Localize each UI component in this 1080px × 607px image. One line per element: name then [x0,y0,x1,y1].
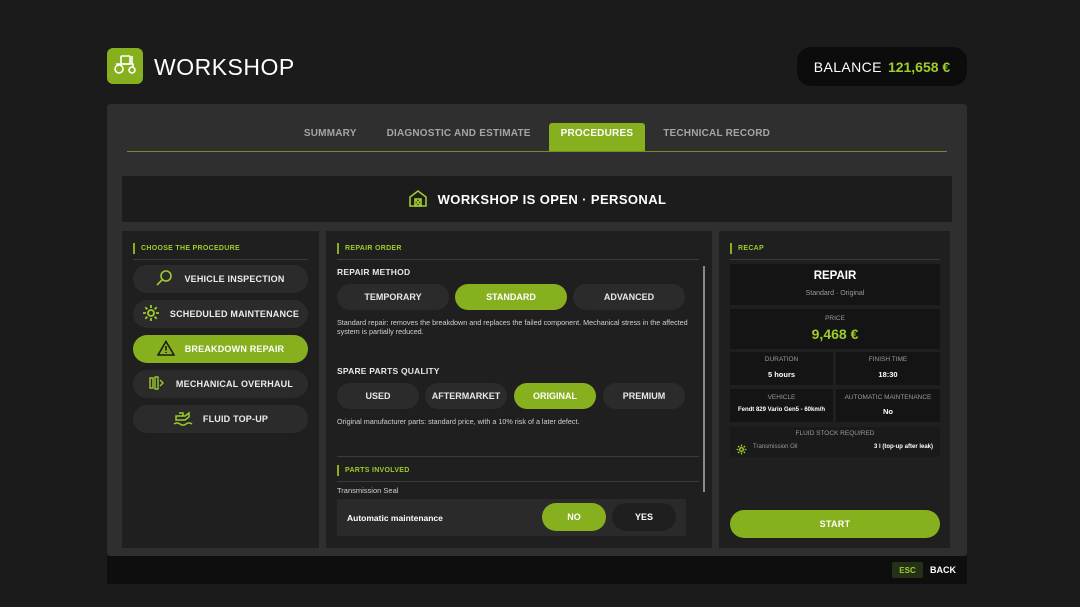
divider [730,259,940,260]
parts-involved-title: PARTS INVOLVED [337,465,410,476]
gear-icon [142,304,160,324]
automatic-maintenance-card: AUTOMATIC MAINTENANCE No [836,389,940,422]
balance-value: 121,658 € [887,58,951,75]
repair-method-description: Standard repair: removes the breakdown a… [337,318,688,336]
workshop-status-text: WORKSHOP IS OPEN · PERSONAL [437,191,667,207]
procedure-label: BREAKDOWN REPAIR [184,344,285,354]
repair-method-label: REPAIR METHOD [337,267,411,277]
method-advanced-button[interactable]: ADVANCED [573,284,685,310]
finish-time-label: FINISH TIME [868,356,908,363]
divider [337,259,699,260]
auto-maintenance-yes-button[interactable]: YES [612,503,676,531]
fluid-name: Transmission Oil [753,444,798,450]
tab-procedures[interactable]: PROCEDURES [548,123,646,151]
fluid-stock-card: FLUID STOCK REQUIRED Transmission Oil 3 … [730,427,940,457]
fluid-amount: 3 l (top-up after leak) [873,444,933,450]
recap-heading-card: REPAIR Standard · Original [730,264,940,305]
procedure-label: SCHEDULED MAINTENANCE [169,309,300,319]
vehicle-value: Fendt 829 Vario Gen5 - 60km/h [737,407,826,413]
tab-diagnostic-and-estimate[interactable]: DIAGNOSTIC AND ESTIMATE [375,123,543,151]
spare-parts-quality-label: SPARE PARTS QUALITY [337,366,440,376]
recap-heading: REPAIR [813,270,857,282]
recap-title: RECAP [730,243,764,254]
divider [337,481,699,482]
balance-label: BALANCE [813,58,882,75]
procedure-vehicle-inspection[interactable]: VEHICLE INSPECTION [133,265,308,293]
price-card: PRICE 9,468 € [730,309,940,349]
engine-icon [148,375,166,393]
gear-icon [736,442,747,460]
tractor-icon [113,53,137,80]
quality-description: Original manufacturer parts: standard pr… [337,417,580,426]
finish-time-value: 18:30 [878,370,898,379]
procedure-label: MECHANICAL OVERHAUL [175,379,294,389]
part-item: Transmission Seal [337,486,399,495]
workshop-status-banner: WORKSHOP IS OPEN · PERSONAL [122,176,952,222]
quality-original-button[interactable]: ORIGINAL [514,383,596,409]
vehicle-card: VEHICLE Fendt 829 Vario Gen5 - 60km/h [730,389,833,422]
procedure-label: FLUID TOP-UP [202,414,269,424]
start-button[interactable]: START [730,510,940,538]
quality-aftermarket-button[interactable]: AFTERMARKET [425,383,507,409]
duration-card: DURATION 5 hours [730,352,833,385]
automatic-maintenance-recap-label: AUTOMATIC MAINTENANCE [844,394,932,401]
procedure-list: CHOOSE THE PROCEDURE VEHICLE INSPECTION … [122,231,319,548]
procedure-section-title: CHOOSE THE PROCEDURE [133,243,240,254]
oil-can-icon [173,410,193,428]
quality-premium-button[interactable]: PREMIUM [603,383,685,409]
method-standard-button[interactable]: STANDARD [455,284,567,310]
recap-panel: RECAP REPAIR Standard · Original PRICE 9… [719,231,950,548]
automatic-maintenance-row: Automatic maintenance NO YES [337,499,686,536]
price-label: PRICE [825,315,845,322]
automatic-maintenance-recap-value: No [883,407,893,416]
duration-label: DURATION [764,356,799,363]
balance-display: BALANCE 121,658 € [797,47,967,86]
magnifier-icon [156,270,174,288]
barn-icon [408,189,428,210]
duration-value: 5 hours [767,370,796,379]
scrollbar-thumb[interactable] [703,266,705,492]
page-title: WORKSHOP [154,54,295,80]
fluid-stock-label: FLUID STOCK REQUIRED [795,430,875,437]
tab-technical-record[interactable]: TECHNICAL RECORD [651,123,782,151]
method-temporary-button[interactable]: TEMPORARY [337,284,449,310]
warning-icon [156,339,176,358]
auto-maintenance-no-button[interactable]: NO [542,503,606,531]
repair-order-panel: REPAIR ORDER REPAIR METHOD TEMPORARY STA… [326,231,712,548]
price-value: 9,468 € [811,326,859,342]
footer-bar: ESC BACK [107,556,967,584]
procedure-mechanical-overhaul[interactable]: MECHANICAL OVERHAUL [133,370,308,398]
procedure-scheduled-maintenance[interactable]: SCHEDULED MAINTENANCE [133,300,308,328]
vehicle-label: VEHICLE [767,394,796,401]
procedure-label: VEHICLE INSPECTION [184,274,285,284]
finish-time-card: FINISH TIME 18:30 [836,352,940,385]
automatic-maintenance-label: Automatic maintenance [347,513,443,523]
tab-bar: SUMMARY DIAGNOSTIC AND ESTIMATE PROCEDUR… [127,123,947,152]
divider [337,456,699,457]
back-button[interactable]: BACK [930,565,956,575]
workshop-panel: SUMMARY DIAGNOSTIC AND ESTIMATE PROCEDUR… [107,104,967,556]
workshop-logo [107,48,143,84]
procedure-fluid-top-up[interactable]: FLUID TOP-UP [133,405,308,433]
recap-subheading: Standard · Original [805,290,865,297]
procedure-breakdown-repair[interactable]: BREAKDOWN REPAIR [133,335,308,363]
esc-key-hint[interactable]: ESC [892,562,923,578]
repair-order-title: REPAIR ORDER [337,243,402,254]
quality-used-button[interactable]: USED [337,383,419,409]
divider [133,259,308,260]
tab-summary[interactable]: SUMMARY [292,123,369,151]
